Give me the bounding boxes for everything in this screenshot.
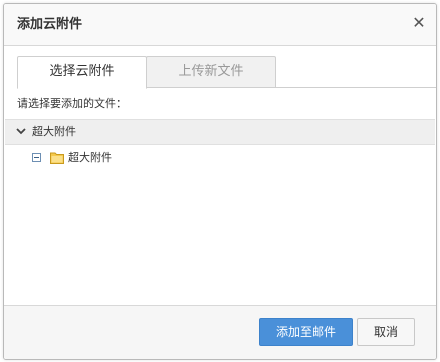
group-header-large-attachments[interactable]: 超大附件 [5, 119, 435, 145]
tab-bar: 选择云附件 上传新文件 [17, 56, 436, 89]
tab-select-cloud-attachment[interactable]: 选择云附件 [17, 56, 147, 89]
close-icon[interactable]: ✕ [410, 14, 428, 32]
add-cloud-attachment-dialog: 添加云附件 ✕ 选择云附件 上传新文件 请选择要添加的文件： 超大附件 超大附件… [3, 3, 437, 360]
dialog-title: 添加云附件 [17, 17, 83, 32]
folder-icon [50, 152, 64, 164]
chevron-down-icon [16, 128, 26, 135]
tree-item-large-attachments: 超大附件 [32, 151, 232, 167]
tab-upload-new-file[interactable]: 上传新文件 [146, 56, 276, 88]
add-to-mail-button[interactable]: 添加至邮件 [259, 318, 353, 346]
cancel-button[interactable]: 取消 [357, 318, 415, 346]
dialog-footer: 添加至邮件 取消 [4, 305, 436, 359]
dialog-titlebar: 添加云附件 ✕ [4, 4, 436, 46]
select-file-prompt: 请选择要添加的文件： [17, 97, 127, 110]
tree-item-label[interactable]: 超大附件 [68, 151, 112, 165]
collapse-minus-icon[interactable] [32, 153, 41, 162]
group-label: 超大附件 [32, 125, 76, 138]
